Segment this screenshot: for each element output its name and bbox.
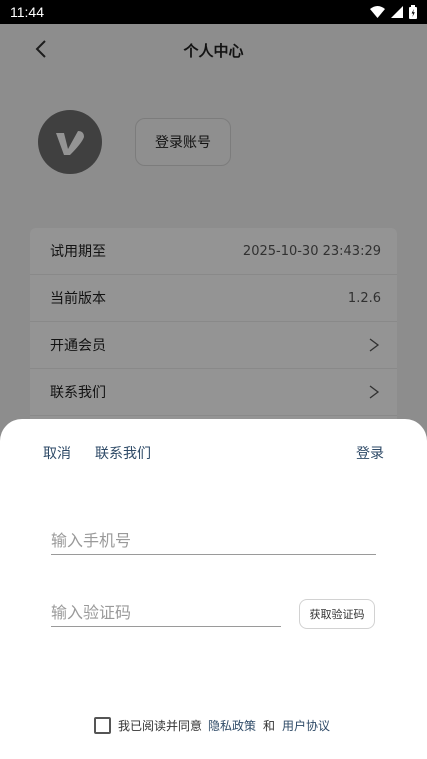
phone-input[interactable] (51, 527, 376, 555)
get-code-button[interactable]: 获取验证码 (299, 599, 375, 629)
login-sheet: 取消 联系我们 登录 获取验证码 我已阅读并同意 隐私政策 和 用户协议 (0, 419, 427, 759)
login-button[interactable]: 登录 (356, 443, 384, 463)
sheet-header: 取消 联系我们 登录 (0, 443, 427, 463)
status-time: 11:44 (10, 4, 44, 20)
and-text: 和 (263, 718, 276, 733)
agreement-row: 我已阅读并同意 隐私政策 和 用户协议 (94, 715, 330, 735)
wifi-icon (370, 6, 385, 18)
privacy-policy-link[interactable]: 隐私政策 (208, 717, 256, 734)
signal-icon (391, 6, 403, 18)
user-agreement-link[interactable]: 用户协议 (282, 717, 330, 734)
verification-code-input[interactable] (51, 599, 281, 627)
cancel-button[interactable]: 取消 (43, 443, 71, 463)
contact-us-button[interactable]: 联系我们 (95, 443, 151, 463)
battery-icon (409, 5, 417, 19)
agreement-checkbox[interactable] (94, 716, 111, 734)
status-bar: 11:44 (0, 0, 427, 24)
agreement-text: 我已阅读并同意 (118, 718, 203, 733)
status-icons (370, 5, 417, 19)
